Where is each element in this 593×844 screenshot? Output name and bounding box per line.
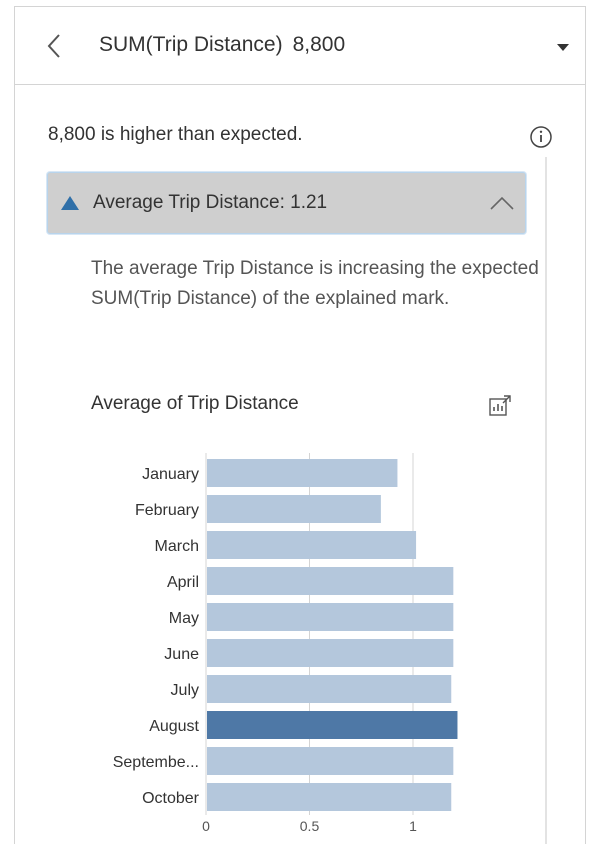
chevron-left-icon [47, 34, 60, 58]
explanation-label: Average Trip Distance: 1.21 [93, 192, 328, 213]
bar-septembe [207, 747, 454, 775]
explanation-section-header[interactable]: Average Trip Distance: 1.21 [47, 172, 526, 234]
summary-text: 8,800 is higher than expected. [48, 124, 303, 145]
pane-header: SUM(Trip Distance) 8,800 [15, 7, 585, 85]
category-label: August [149, 718, 199, 735]
category-label: February [135, 502, 199, 519]
category-label: July [171, 682, 199, 699]
bar-june [207, 639, 454, 667]
chart-title: Average of Trip Distance [91, 393, 299, 414]
open-chart-button[interactable] [487, 393, 513, 419]
x-tick-label: 0.5 [300, 818, 320, 834]
bar-may [207, 603, 454, 631]
category-label: May [169, 610, 199, 627]
mark-title: SUM(Trip Distance) 8,800 [99, 33, 345, 57]
info-icon [530, 126, 552, 148]
bar-august [207, 711, 458, 739]
bar-january [207, 459, 398, 487]
category-label: April [167, 574, 199, 591]
bar-october [207, 783, 452, 811]
category-label: January [142, 466, 199, 483]
bar-february [207, 495, 381, 523]
open-chart-icon [489, 395, 511, 416]
chevron-up-icon [490, 196, 514, 210]
measure-name: SUM(Trip Distance) [99, 33, 283, 56]
x-tick-label: 1 [409, 818, 417, 834]
explain-data-pane: SUM(Trip Distance) 8,800 8,800 is higher … [14, 6, 586, 844]
category-label: October [142, 790, 200, 807]
caret-down-icon [557, 44, 569, 51]
x-tick-label: 0 [202, 818, 210, 834]
bar-march [207, 531, 417, 559]
info-button[interactable] [529, 125, 553, 149]
bar-july [207, 675, 452, 703]
measure-value: 8,800 [292, 33, 346, 56]
category-label: March [155, 538, 199, 555]
triangle-up-icon [61, 196, 79, 210]
category-label: June [164, 646, 199, 663]
dropdown-button[interactable] [553, 37, 573, 57]
bar-chart: January February March April May June July Augu… [113, 453, 458, 834]
section-rail [545, 157, 547, 844]
explanation-description: The average Trip Distance is increasing … [91, 258, 539, 309]
back-button[interactable] [41, 29, 67, 63]
bar-april [207, 567, 454, 595]
category-label: Septembe... [113, 754, 199, 771]
